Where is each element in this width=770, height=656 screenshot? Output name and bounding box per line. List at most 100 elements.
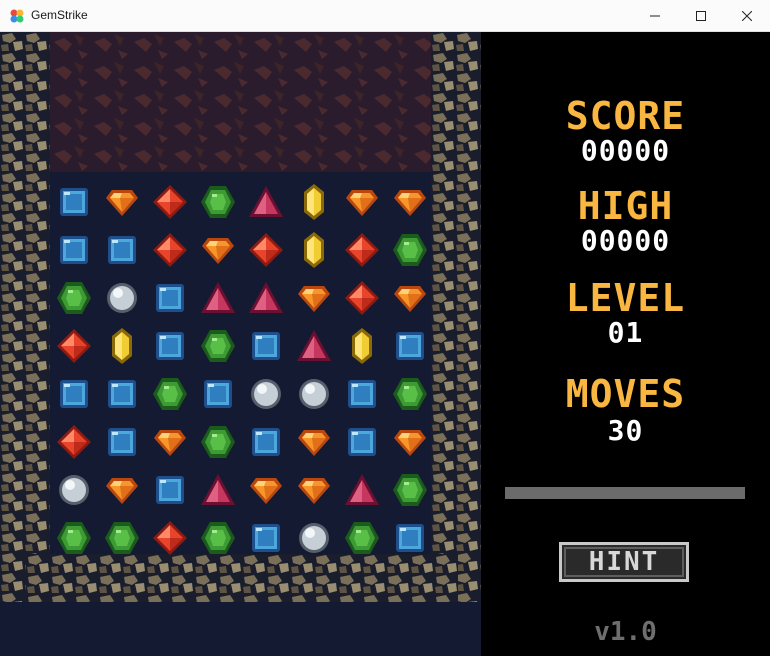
gem-cell[interactable] bbox=[386, 178, 434, 226]
high-value: 00000 bbox=[580, 224, 671, 257]
gem-cell[interactable] bbox=[98, 418, 146, 466]
green-hexagon-gem-icon bbox=[201, 426, 235, 458]
gem-cell[interactable] bbox=[242, 226, 290, 274]
gem-cell[interactable] bbox=[146, 370, 194, 418]
gem-cell[interactable] bbox=[338, 178, 386, 226]
gem-cell[interactable] bbox=[242, 322, 290, 370]
gem-cell[interactable] bbox=[338, 466, 386, 514]
gem-cell[interactable] bbox=[146, 226, 194, 274]
stone-wall-left bbox=[0, 32, 50, 602]
gem-cell[interactable] bbox=[242, 514, 290, 562]
green-hexagon-gem-icon bbox=[57, 282, 91, 314]
gem-cell[interactable] bbox=[50, 322, 98, 370]
gem-cell[interactable] bbox=[290, 226, 338, 274]
gem-cell[interactable] bbox=[50, 418, 98, 466]
gem-grid[interactable] bbox=[50, 178, 434, 562]
maximize-button[interactable] bbox=[678, 0, 724, 31]
gem-cell[interactable] bbox=[98, 226, 146, 274]
orange-diamond-gem-icon bbox=[394, 430, 426, 456]
gem-cell[interactable] bbox=[194, 226, 242, 274]
gem-cell[interactable] bbox=[290, 418, 338, 466]
level-label: LEVEL bbox=[565, 276, 686, 320]
gem-cell[interactable] bbox=[194, 178, 242, 226]
gem-cell[interactable] bbox=[194, 274, 242, 322]
blue-square-gem-icon bbox=[348, 428, 376, 456]
gem-cell[interactable] bbox=[50, 466, 98, 514]
gem-cell[interactable] bbox=[98, 514, 146, 562]
version-label: v1.0 bbox=[594, 617, 657, 647]
orange-diamond-gem-icon bbox=[106, 478, 138, 504]
hint-button[interactable]: HINT bbox=[559, 542, 689, 582]
gem-cell[interactable] bbox=[290, 178, 338, 226]
gem-cell[interactable] bbox=[338, 370, 386, 418]
palette-icon bbox=[10, 9, 24, 23]
green-hexagon-gem-icon bbox=[201, 186, 235, 218]
gem-cell[interactable] bbox=[98, 466, 146, 514]
gem-cell[interactable] bbox=[146, 418, 194, 466]
gem-cell[interactable] bbox=[290, 370, 338, 418]
gem-cell[interactable] bbox=[386, 466, 434, 514]
gem-cell[interactable] bbox=[338, 322, 386, 370]
gem-cell[interactable] bbox=[98, 322, 146, 370]
gem-cell[interactable] bbox=[290, 466, 338, 514]
gem-cell[interactable] bbox=[98, 178, 146, 226]
gem-cell[interactable] bbox=[194, 418, 242, 466]
gem-cell[interactable] bbox=[338, 514, 386, 562]
blue-square-gem-icon bbox=[108, 236, 136, 264]
gem-cell[interactable] bbox=[338, 226, 386, 274]
gem-cell[interactable] bbox=[50, 514, 98, 562]
gem-cell[interactable] bbox=[290, 322, 338, 370]
green-hexagon-gem-icon bbox=[201, 522, 235, 554]
gem-cell[interactable] bbox=[146, 274, 194, 322]
gem-cell[interactable] bbox=[386, 226, 434, 274]
gem-cell[interactable] bbox=[194, 514, 242, 562]
progress-bar bbox=[505, 487, 745, 499]
orange-diamond-gem-icon bbox=[298, 478, 330, 504]
title-bar: GemStrike bbox=[0, 0, 770, 32]
gem-cell[interactable] bbox=[386, 514, 434, 562]
gem-cell[interactable] bbox=[194, 370, 242, 418]
orange-diamond-gem-icon bbox=[298, 286, 330, 312]
gem-cell[interactable] bbox=[50, 370, 98, 418]
green-hexagon-gem-icon bbox=[153, 378, 187, 410]
gem-cell[interactable] bbox=[242, 370, 290, 418]
gem-cell[interactable] bbox=[290, 514, 338, 562]
minimize-button[interactable] bbox=[632, 0, 678, 31]
gem-cell[interactable] bbox=[146, 466, 194, 514]
yellow-crystal-gem-icon bbox=[304, 184, 324, 220]
gem-cell[interactable] bbox=[242, 274, 290, 322]
gem-cell[interactable] bbox=[98, 370, 146, 418]
gem-cell[interactable] bbox=[338, 274, 386, 322]
gem-cell[interactable] bbox=[194, 322, 242, 370]
window-title: GemStrike bbox=[31, 8, 88, 22]
gem-cell[interactable] bbox=[242, 178, 290, 226]
gem-cell[interactable] bbox=[50, 274, 98, 322]
gem-cell[interactable] bbox=[386, 322, 434, 370]
gem-cell[interactable] bbox=[50, 226, 98, 274]
blue-square-gem-icon bbox=[204, 380, 232, 408]
gem-cell[interactable] bbox=[386, 418, 434, 466]
moves-label: MOVES bbox=[565, 372, 686, 416]
gem-cell[interactable] bbox=[146, 178, 194, 226]
gem-cell[interactable] bbox=[194, 466, 242, 514]
gem-cell[interactable] bbox=[98, 274, 146, 322]
high-label: HIGH bbox=[577, 184, 674, 228]
gem-cell[interactable] bbox=[386, 274, 434, 322]
gem-cell[interactable] bbox=[290, 274, 338, 322]
green-hexagon-gem-icon bbox=[393, 234, 427, 266]
minimize-icon bbox=[650, 15, 660, 16]
green-hexagon-gem-icon bbox=[345, 522, 379, 554]
close-icon bbox=[742, 10, 752, 21]
gem-cell[interactable] bbox=[146, 322, 194, 370]
gem-cell[interactable] bbox=[338, 418, 386, 466]
close-button[interactable] bbox=[724, 0, 770, 31]
gem-cell[interactable] bbox=[242, 418, 290, 466]
gem-cell[interactable] bbox=[50, 178, 98, 226]
gem-cell[interactable] bbox=[146, 514, 194, 562]
orange-diamond-gem-icon bbox=[202, 238, 234, 264]
level-value: 01 bbox=[607, 316, 644, 349]
red-rhombus-gem-icon bbox=[153, 185, 187, 219]
gem-cell[interactable] bbox=[386, 370, 434, 418]
red-rhombus-gem-icon bbox=[249, 233, 283, 267]
gem-cell[interactable] bbox=[242, 466, 290, 514]
